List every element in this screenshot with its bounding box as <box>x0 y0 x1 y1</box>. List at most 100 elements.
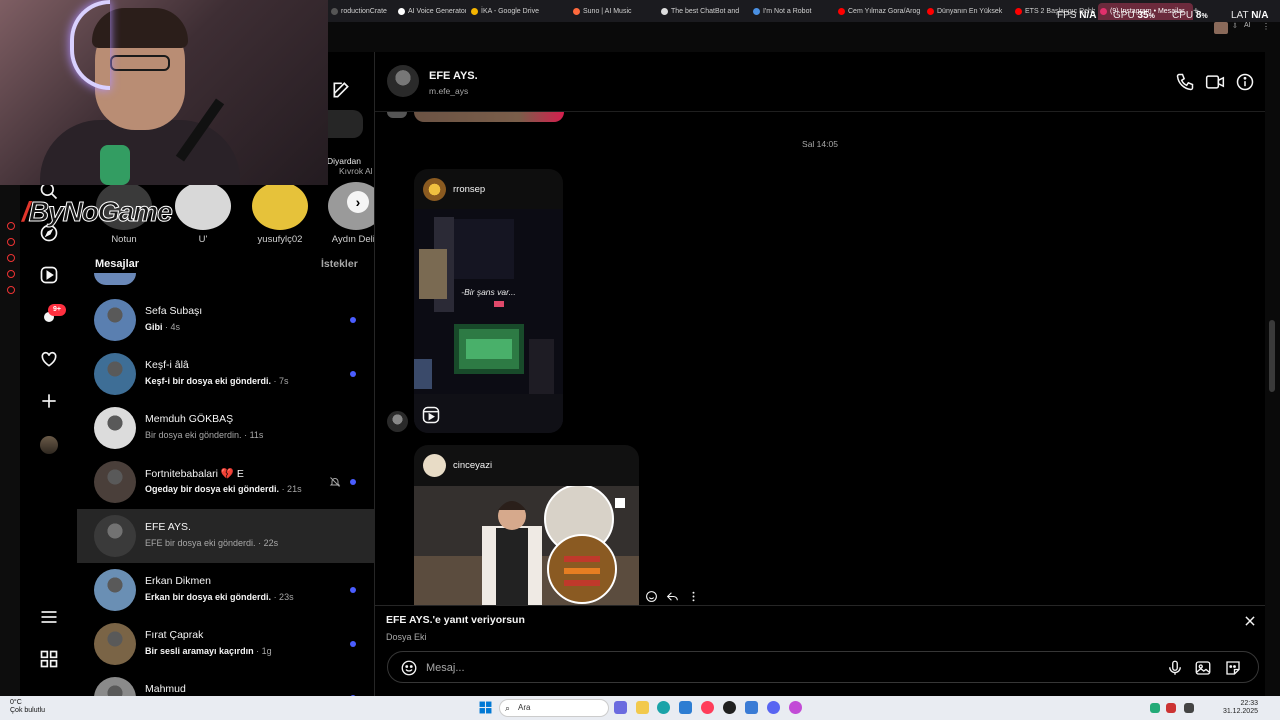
app-icon[interactable] <box>789 701 802 714</box>
reply-subtitle: Dosya Eki <box>386 632 427 642</box>
browser-tab[interactable]: I'm Not a Robot <box>751 3 831 20</box>
conversation-row[interactable]: EFE AYS. EFE bir dosya eki gönderdi. · 22… <box>77 509 374 563</box>
preview-time: · 1g <box>256 646 272 656</box>
tab-label: Cem Yılmaz Gora/Arog <box>848 8 921 15</box>
rgb-light <box>100 145 130 185</box>
volume-icon[interactable] <box>1184 703 1194 713</box>
reel-thumbnail[interactable]: -Bir şans var... <box>414 209 563 433</box>
browser-tab[interactable]: The best ChatBot and <box>659 3 749 20</box>
conversation-name: Fortnitebabalari 💔 E <box>145 468 244 480</box>
conversation-row[interactable]: Mahmud <box>77 671 374 696</box>
taskbar-search[interactable]: ⌕ Ara <box>499 699 609 717</box>
browser-tab[interactable]: Dünyanın En Yüksek <box>925 3 1010 20</box>
partial-avatar <box>94 273 136 285</box>
page-scrollbar[interactable] <box>1265 52 1280 696</box>
clock[interactable]: 22:33 31.12.2025 <box>1222 700 1258 716</box>
clock-time: 22:33 <box>1240 700 1258 707</box>
notes-next-button[interactable]: › <box>347 191 369 213</box>
browser-tab[interactable]: roductionCrate - Mak <box>329 3 389 20</box>
app-icon[interactable] <box>745 701 758 714</box>
sender-avatar[interactable] <box>387 411 408 432</box>
preview-text: Gibi <box>145 322 163 332</box>
edge-icon[interactable] <box>657 701 670 714</box>
sticker-icon[interactable] <box>1224 659 1242 677</box>
conversation-row[interactable]: Fırat Çaprak Bir sesli aramayı kaçırdın ·… <box>77 617 374 671</box>
strip-icon[interactable] <box>7 238 15 246</box>
tab-label: İKA - Google Drive <box>481 8 539 15</box>
chat-name[interactable]: EFE AYS. <box>429 70 478 82</box>
video-call-icon[interactable] <box>1205 72 1225 92</box>
conversation-row[interactable]: Memduh GÖKBAŞ Bir dosya eki gönderdin. · … <box>77 401 374 455</box>
create-icon[interactable] <box>38 390 60 412</box>
info-icon[interactable] <box>1235 72 1255 92</box>
strip-icon[interactable] <box>7 270 15 278</box>
browser-tab[interactable]: İKA - Google Drive <box>469 3 564 20</box>
profile-avatar[interactable] <box>40 436 58 454</box>
unread-dot <box>350 317 356 323</box>
conversation-row[interactable]: Erkan Dikmen Erkan bir dosya eki gönderdi… <box>77 563 374 617</box>
unread-dot <box>350 371 356 377</box>
weather-widget[interactable]: 0°C Çok bulutlu <box>10 699 45 715</box>
conversation-preview: EFE bir dosya eki gönderdi. · 22s <box>145 538 278 548</box>
message-input[interactable] <box>426 659 1146 677</box>
copilot-icon[interactable] <box>614 701 627 714</box>
strip-icon[interactable] <box>7 222 15 230</box>
taskbar-search-label: Ara <box>518 703 531 712</box>
profile-icon[interactable] <box>1214 22 1228 34</box>
tray-icon[interactable] <box>1150 703 1160 713</box>
browser-tab[interactable]: Suno | AI Music <box>571 3 656 20</box>
requests-tab[interactable]: İstekler <box>321 258 358 270</box>
windows-start-icon[interactable] <box>479 701 492 714</box>
chat-username: m.efe_ays <box>429 86 469 96</box>
conversation-preview: Ogeday bir dosya eki gönderdi. · 21s <box>145 484 302 494</box>
conversation-name: Keşf-i âlâ <box>145 359 189 371</box>
tray-icon[interactable] <box>1166 703 1176 713</box>
tab-favicon-icon <box>471 8 478 15</box>
tab-favicon-icon <box>838 8 845 15</box>
conversation-row[interactable]: Keşf-i âlâ Keşf-i bir dosya eki gönderdi.… <box>77 347 374 401</box>
note-item[interactable]: Aydın Delib <box>328 182 374 245</box>
messages-heading: Mesajlar <box>95 258 140 270</box>
chat-avatar[interactable] <box>387 65 419 97</box>
image-icon[interactable] <box>1194 659 1212 677</box>
conversation-preview: Erkan bir dosya eki gönderdi. · 23s <box>145 592 294 602</box>
conversation-row[interactable]: Fortnitebabalari 💔 E Ogeday bir dosya eki… <box>77 455 374 509</box>
phone-icon[interactable] <box>1175 72 1195 92</box>
app-icon[interactable] <box>723 701 736 714</box>
post-author-name: cinceyazi <box>453 460 493 471</box>
store-icon[interactable] <box>679 701 692 714</box>
file-explorer-icon[interactable] <box>636 701 649 714</box>
menu-icon[interactable] <box>38 606 60 628</box>
post-author-avatar <box>423 454 446 477</box>
previous-media-message[interactable] <box>414 112 564 122</box>
browser-tab[interactable]: Cem Yılmaz Gora/Arog <box>836 3 921 20</box>
unread-dot <box>350 587 356 593</box>
emoji-icon[interactable] <box>400 659 418 677</box>
strip-icon[interactable] <box>7 254 15 262</box>
opera-icon[interactable] <box>701 701 714 714</box>
discord-icon[interactable] <box>767 701 780 714</box>
preview-text: Erkan bir dosya eki gönderdi. <box>145 592 272 602</box>
new-message-icon[interactable] <box>331 80 351 100</box>
preview-text: EFE bir dosya eki gönderdi. <box>145 538 256 548</box>
note-item[interactable]: U' <box>175 182 231 245</box>
strip-icon[interactable] <box>7 286 15 294</box>
heart-icon[interactable] <box>38 348 60 370</box>
post-image[interactable] <box>414 486 639 605</box>
reels-icon <box>421 405 441 425</box>
note-item[interactable]: yusufylç02 <box>252 182 308 245</box>
browser-tab[interactable]: AI Voice Generator & T <box>396 3 466 20</box>
close-icon[interactable] <box>1243 614 1257 628</box>
shared-reel-card[interactable]: rronsep -Bir şans var... <box>414 169 563 433</box>
reels-icon[interactable] <box>38 264 60 286</box>
note-bubble: Diyardan Kıvrok Al <box>327 156 373 176</box>
muted-bell-icon <box>329 475 341 487</box>
scrollbar-thumb[interactable] <box>1269 320 1275 392</box>
conversation-name: Erkan Dikmen <box>145 575 211 587</box>
conversation-row[interactable]: Sefa Subaşı Gibi · 4s <box>77 293 374 347</box>
preview-time: · 11s <box>244 430 264 440</box>
apps-icon[interactable] <box>38 648 60 670</box>
reel-author-avatar <box>423 178 446 201</box>
microphone-icon[interactable] <box>1166 659 1184 677</box>
shared-post-card[interactable]: cinceyazi <box>414 445 639 605</box>
